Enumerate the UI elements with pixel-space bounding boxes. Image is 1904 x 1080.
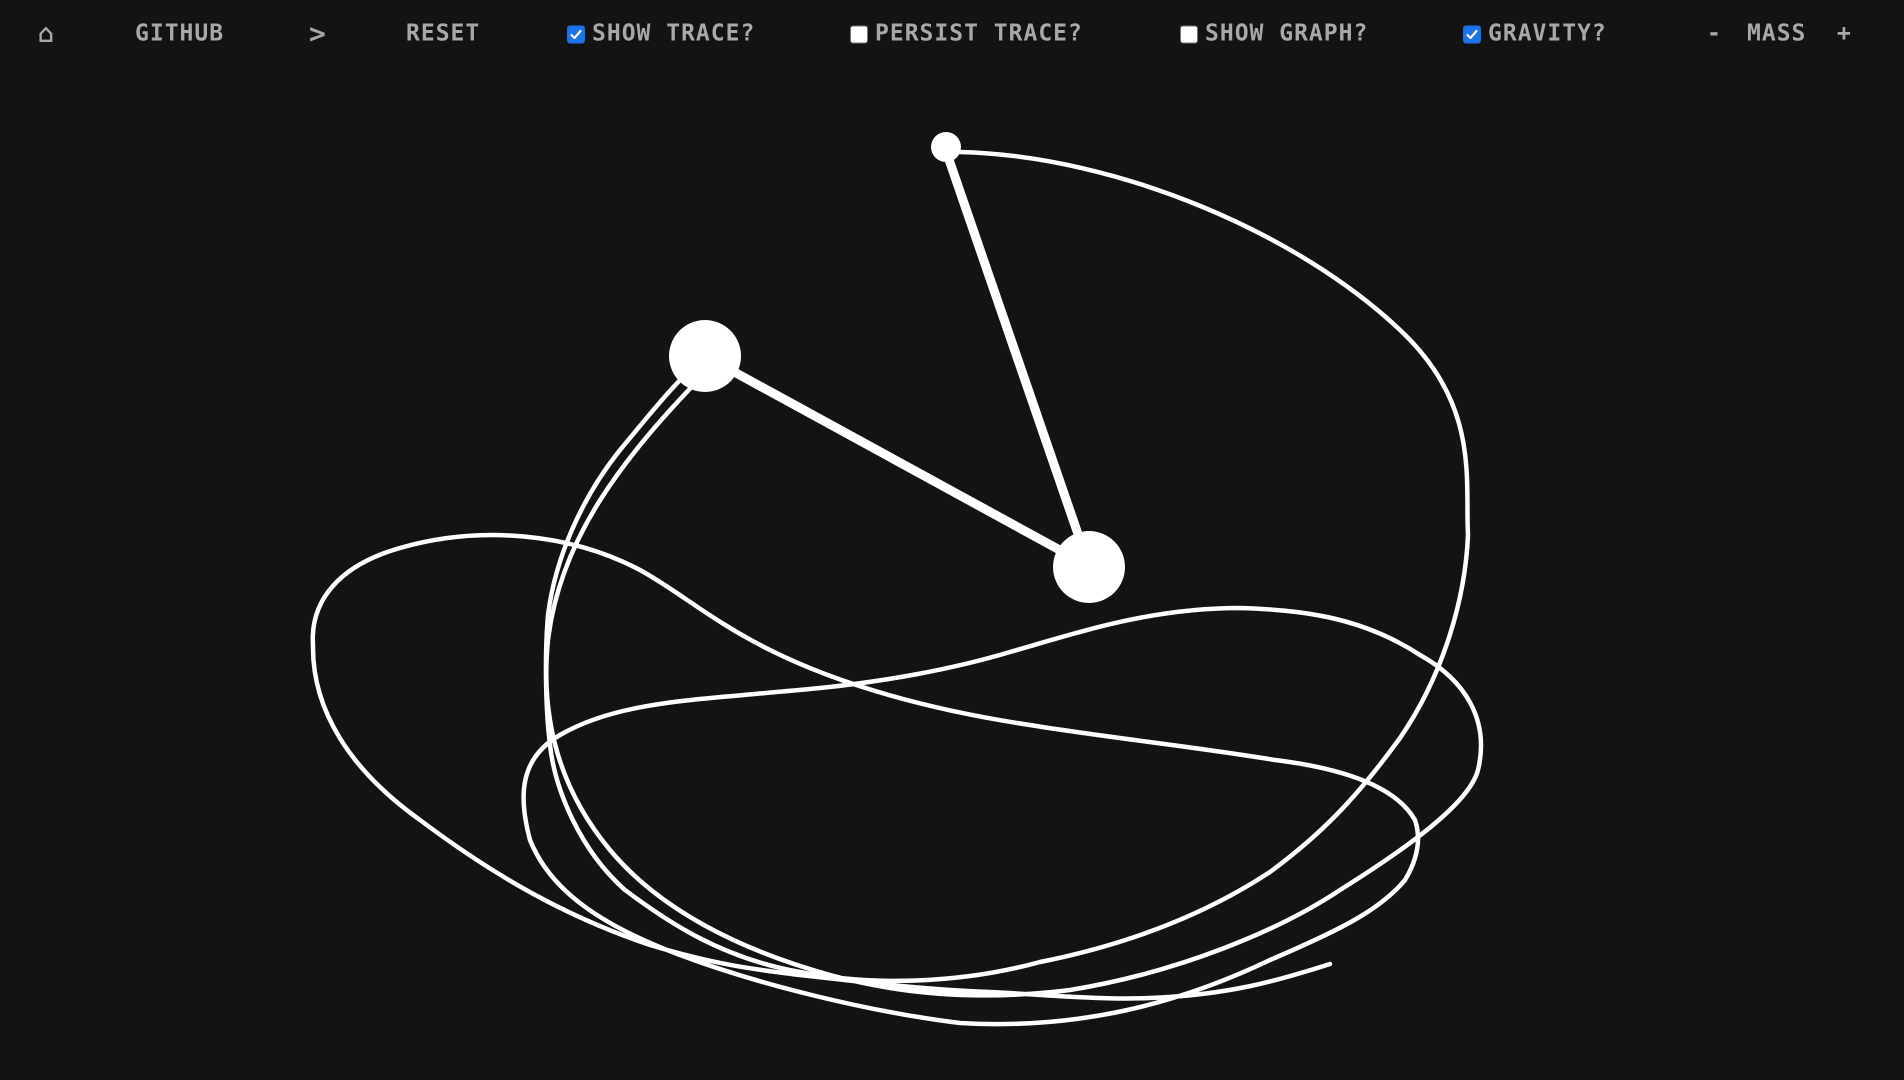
- trace-path: [543, 149, 1471, 984]
- pendulum-canvas[interactable]: [0, 0, 1904, 1080]
- trace-path: [310, 369, 1484, 1027]
- pivot-point[interactable]: [931, 132, 961, 162]
- middle-bob[interactable]: [1053, 531, 1125, 603]
- pendulum-trace: [310, 149, 1484, 1027]
- pendulum[interactable]: [669, 132, 1125, 603]
- end-bob[interactable]: [669, 320, 741, 392]
